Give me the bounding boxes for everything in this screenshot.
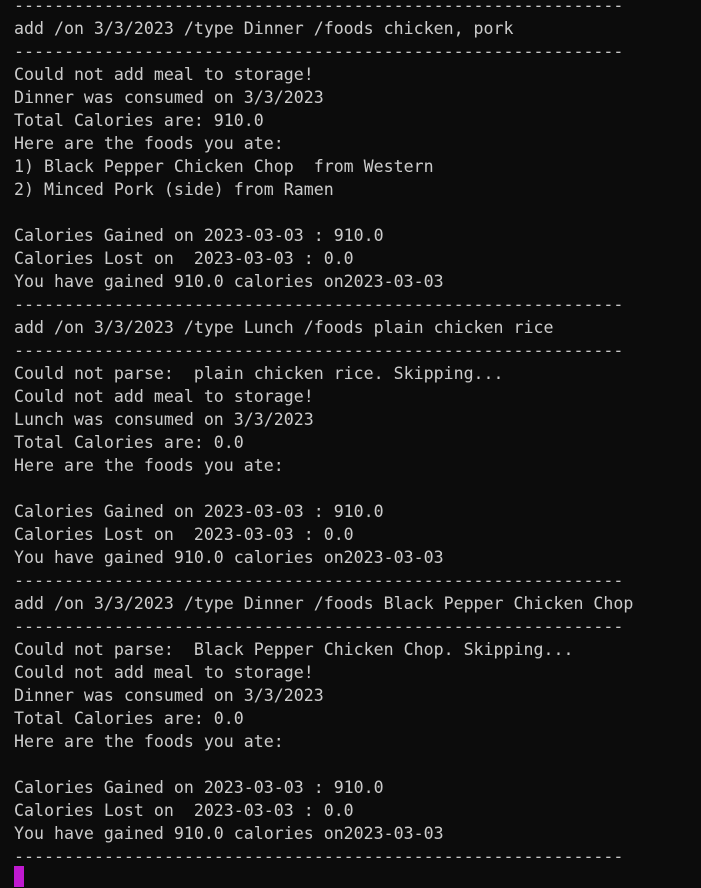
output-line: Here are the foods you ate: xyxy=(14,134,284,153)
terminal-window[interactable]: ----------------------------------------… xyxy=(0,0,701,888)
output-line: Calories Gained on 2023-03-03 : 910.0 xyxy=(14,778,384,797)
separator-line: ----------------------------------------… xyxy=(14,0,624,15)
output-line: Could not add meal to storage! xyxy=(14,65,314,84)
separator-line: ----------------------------------------… xyxy=(14,847,624,866)
separator-line: ----------------------------------------… xyxy=(14,571,624,590)
output-line: Calories Gained on 2023-03-03 : 910.0 xyxy=(14,226,384,245)
output-line: You have gained 910.0 calories on2023-03… xyxy=(14,824,444,843)
output-line: Here are the foods you ate: xyxy=(14,732,284,751)
output-line: 1) Black Pepper Chicken Chop from Wester… xyxy=(14,157,434,176)
output-line: Total Calories are: 0.0 xyxy=(14,433,244,452)
output-line: Calories Lost on 2023-03-03 : 0.0 xyxy=(14,249,354,268)
separator-line: ----------------------------------------… xyxy=(14,295,624,314)
output-line: Could not parse: Black Pepper Chicken Ch… xyxy=(14,640,574,659)
output-line: Could not add meal to storage! xyxy=(14,387,314,406)
separator-line: ----------------------------------------… xyxy=(14,42,624,61)
output-line: 2) Minced Pork (side) from Ramen xyxy=(14,180,334,199)
terminal-output: ----------------------------------------… xyxy=(14,0,633,868)
separator-line: ----------------------------------------… xyxy=(14,617,624,636)
output-line: add /on 3/3/2023 /type Lunch /foods plai… xyxy=(14,318,554,337)
output-line: Calories Lost on 2023-03-03 : 0.0 xyxy=(14,525,354,544)
output-line: Here are the foods you ate: xyxy=(14,456,284,475)
output-line: Could not parse: plain chicken rice. Ski… xyxy=(14,364,504,383)
output-line: Calories Lost on 2023-03-03 : 0.0 xyxy=(14,801,354,820)
output-line: Lunch was consumed on 3/3/2023 xyxy=(14,410,314,429)
output-line: Calories Gained on 2023-03-03 : 910.0 xyxy=(14,502,384,521)
separator-line: ----------------------------------------… xyxy=(14,341,624,360)
output-line: You have gained 910.0 calories on2023-03… xyxy=(14,548,444,567)
output-line: Could not add meal to storage! xyxy=(14,663,314,682)
text-cursor xyxy=(14,866,24,887)
output-line: Dinner was consumed on 3/3/2023 xyxy=(14,686,324,705)
output-line: Total Calories are: 0.0 xyxy=(14,709,244,728)
output-line: add /on 3/3/2023 /type Dinner /foods Bla… xyxy=(14,594,634,613)
output-line: Dinner was consumed on 3/3/2023 xyxy=(14,88,324,107)
output-line: add /on 3/3/2023 /type Dinner /foods chi… xyxy=(14,19,514,38)
output-line: Total Calories are: 910.0 xyxy=(14,111,264,130)
output-line: You have gained 910.0 calories on2023-03… xyxy=(14,272,444,291)
